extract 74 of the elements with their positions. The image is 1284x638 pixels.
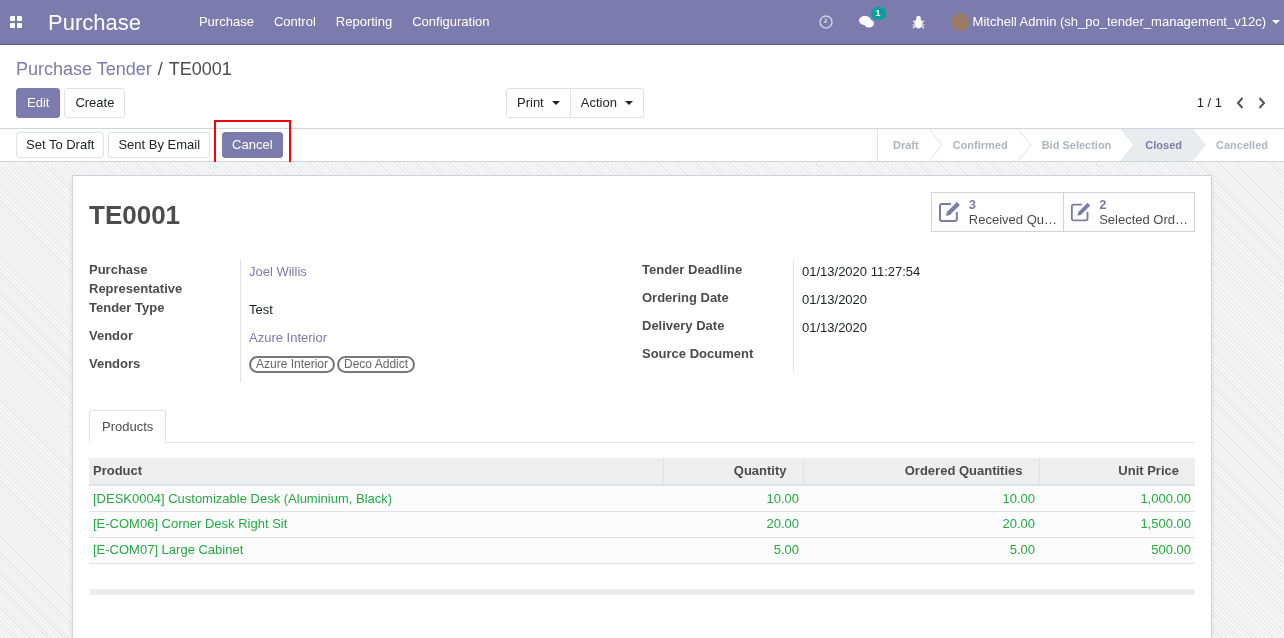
field-value: Test — [249, 301, 273, 319]
dropdown-button[interactable]: Action — [570, 88, 644, 118]
menu-item[interactable]: Control — [263, 12, 326, 32]
column-header[interactable]: Unit Price — [1039, 458, 1195, 485]
menu-item[interactable]: Reporting — [325, 12, 403, 32]
dropdown-button[interactable]: Print — [506, 88, 571, 118]
avatar — [950, 13, 969, 31]
clock-icon[interactable] — [818, 15, 833, 29]
smart-button[interactable]: 3 Received Qu… — [932, 193, 1063, 231]
breadcrumb-link[interactable]: Purchase Tender — [16, 55, 152, 83]
field-label: Delivery Date — [642, 317, 726, 335]
smart-button-count: 3 — [968, 197, 978, 212]
chevron-icon — [928, 129, 943, 161]
header-button[interactable]: Set To Draft — [16, 132, 105, 158]
field-link[interactable]: Joel Willis — [249, 262, 307, 282]
bug-icon[interactable] — [911, 15, 925, 29]
caret-icon — [551, 101, 560, 105]
table-cell: [E-COM07] Large Cabinet — [89, 537, 663, 563]
previous-icon[interactable] — [1236, 97, 1244, 109]
apps-icon[interactable] — [10, 16, 22, 28]
table-cell: 10.00 — [803, 485, 1039, 511]
chevron-icon — [1017, 129, 1032, 161]
chat-icon[interactable] — [858, 15, 875, 29]
pager-value: 1 / 1 — [1196, 94, 1222, 113]
cancel-button[interactable]: Cancel — [222, 132, 283, 158]
smart-button-label: Received Qu… — [968, 212, 1057, 227]
caret-icon[interactable] — [1272, 20, 1280, 24]
message-count: 1 — [870, 7, 886, 20]
smart-button[interactable]: 2 Selected Ord… — [1063, 193, 1194, 231]
field-label: Purchase Representative — [89, 261, 184, 298]
breadcrumb-separator: / — [157, 57, 163, 81]
smart-button-label: Selected Ord… — [1099, 212, 1188, 227]
field-value: 01/13/2020 — [802, 291, 868, 309]
breadcrumb-current: TE0001 — [168, 57, 232, 81]
field-label: Vendors — [89, 355, 142, 373]
next-icon[interactable] — [1258, 97, 1266, 109]
user-menu[interactable]: Mitchell Admin (sh_po_tender_management_v12c) — [972, 12, 1266, 32]
table-cell: 5.00 — [803, 537, 1039, 563]
tag: Deco Addict — [337, 356, 416, 373]
create-button[interactable]: Create — [64, 88, 126, 118]
field-label: Tender Deadline — [642, 261, 744, 279]
table-cell: 20.00 — [803, 511, 1039, 537]
caret-icon — [624, 101, 633, 105]
column-header[interactable]: Ordered Quantities — [803, 458, 1039, 485]
table-cell: 5.00 — [663, 537, 803, 563]
header-button[interactable]: Sent By Email — [108, 132, 211, 158]
tab[interactable]: Products — [89, 410, 167, 443]
field-label: Vendor — [89, 327, 135, 345]
field-label: Ordering Date — [642, 289, 730, 307]
table-cell: 1,000.00 — [1039, 485, 1195, 511]
field-link[interactable]: Azure Interior — [249, 328, 328, 348]
table-cell: 20.00 — [663, 511, 803, 537]
record-title: TE0001 — [89, 199, 182, 232]
table-cell: 500.00 — [1039, 537, 1195, 563]
field-value: 01/13/2020 11:27:54 — [802, 263, 921, 281]
table-cell: 10.00 — [663, 485, 803, 511]
field-label: Source Document — [642, 345, 755, 363]
column-header[interactable]: Product — [89, 458, 663, 485]
smart-button-count: 2 — [1099, 197, 1108, 212]
menu-item[interactable]: Configuration — [402, 12, 500, 32]
status-stage[interactable]: Confirmed — [942, 129, 1032, 161]
menu-item[interactable]: Purchase — [188, 12, 264, 32]
table-cell: [DESK0004] Customizable Desk (Aluminium, Black) — [89, 485, 663, 511]
field-label: Tender Type — [89, 299, 166, 317]
edit-icon — [938, 201, 962, 223]
table-cell: [E-COM06] Corner Desk Right Sit — [89, 511, 663, 537]
table-cell: 1,500.00 — [1039, 511, 1195, 537]
status-stage[interactable]: Closed — [1135, 129, 1207, 161]
tag: Azure Interior — [249, 356, 336, 373]
column-header[interactable]: Quantity — [663, 458, 803, 485]
edit-button[interactable]: Edit — [16, 88, 61, 118]
field-value: 01/13/2020 — [802, 319, 868, 337]
edit-icon — [1070, 201, 1093, 223]
app-title: Purchase — [48, 8, 141, 37]
